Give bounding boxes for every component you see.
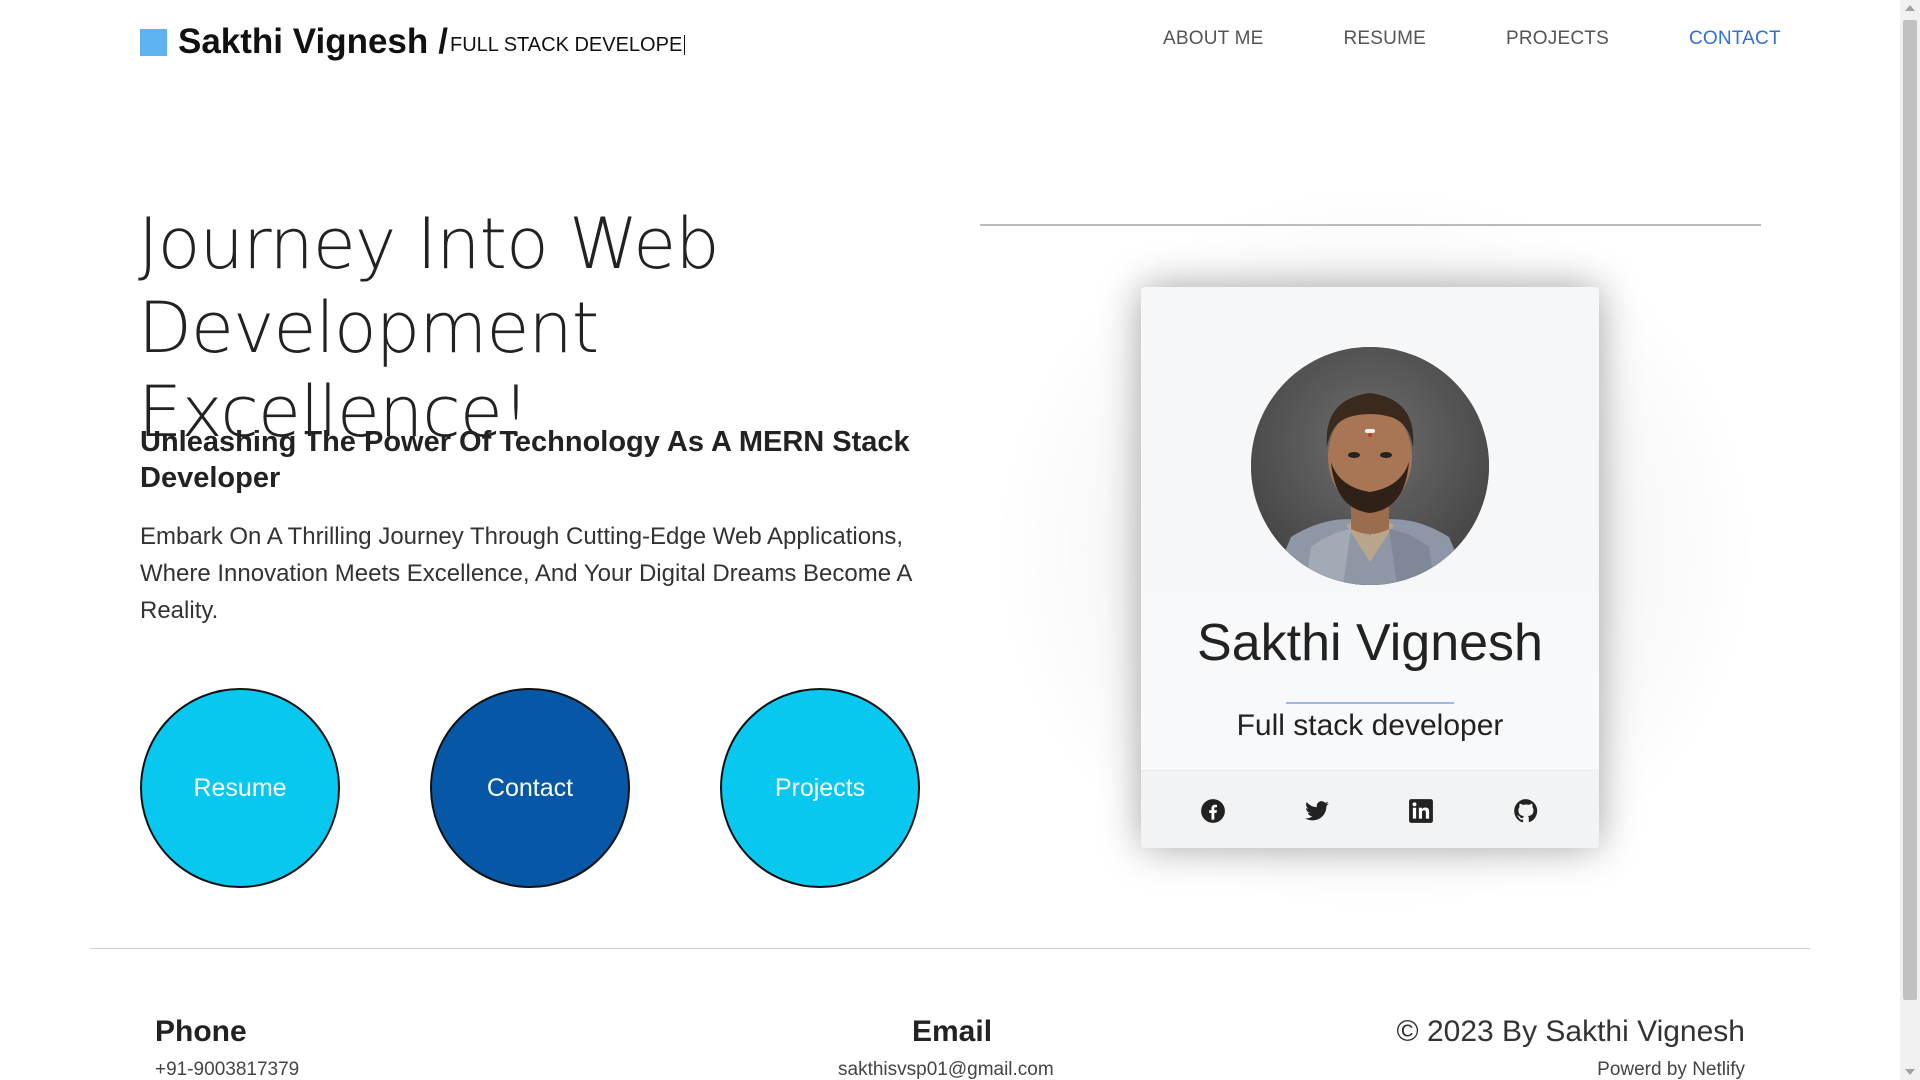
avatar-portrait [1251, 347, 1489, 585]
twitter-icon[interactable] [1304, 798, 1330, 824]
facebook-icon[interactable] [1200, 798, 1226, 824]
resume-button[interactable]: Resume [140, 688, 340, 888]
footer-email-heading: Email [912, 1015, 993, 1048]
avatar [1251, 347, 1489, 585]
page-scrollbar[interactable] [1900, 0, 1920, 1080]
footer-phone-value[interactable]: +91-9003817379 [155, 1059, 299, 1080]
scrollbar-thumb[interactable] [1903, 20, 1917, 1000]
hero-description: Embark On A Thrilling Journey Through Cu… [140, 523, 912, 624]
social-links [1141, 770, 1599, 848]
footer-powered-by: Powerd by Netlify [1597, 1059, 1745, 1080]
brand-role-typing: FULL STACK DEVELOPE [450, 33, 686, 57]
hero-title: Journey Into Web Development Excellence! [138, 202, 938, 454]
profile-card: Sakthi Vignesh Full stack developer [1141, 287, 1599, 848]
nav-contact[interactable]: CONTACT [1689, 28, 1781, 50]
brand-slash: / [438, 22, 448, 61]
nav-resume[interactable]: RESUME [1344, 28, 1427, 50]
scroll-up-arrow-icon[interactable] [1905, 5, 1915, 11]
brand-name: Sakthi Vignesh [178, 22, 429, 61]
footer-email-value[interactable]: sakthisvsp01@gmail.com [838, 1059, 1054, 1080]
profile-role: Full stack developer [1236, 709, 1504, 742]
brand-role-text: FULL STACK DEVELOPE [450, 33, 683, 56]
contact-button[interactable]: Contact [430, 688, 630, 888]
profile-card-header [1141, 287, 1599, 593]
footer-phone-heading: Phone [155, 1015, 247, 1048]
hero-title-line1: Journey Into Web [138, 203, 720, 285]
scroll-down-arrow-icon[interactable] [1905, 1069, 1915, 1075]
footer-copyright: © 2023 By Sakthi Vignesh [1396, 1015, 1745, 1048]
brand[interactable]: Sakthi Vignesh / FULL STACK DEVELOPE [140, 22, 686, 62]
footer-divider [90, 948, 1810, 949]
main-nav: ABOUT ME RESUME PROJECTS CONTACT [1163, 28, 1781, 50]
section-divider [980, 224, 1761, 226]
projects-button[interactable]: Projects [720, 688, 920, 888]
nav-projects[interactable]: PROJECTS [1506, 28, 1609, 50]
typing-caret [684, 35, 686, 56]
hero-subtitle: Unleashing The Power Of Technology As A … [140, 426, 910, 494]
github-icon[interactable] [1513, 798, 1539, 824]
linkedin-icon[interactable] [1408, 798, 1434, 824]
profile-name: Sakthi Vignesh [1197, 614, 1543, 672]
site-header: Sakthi Vignesh / FULL STACK DEVELOPE ABO… [0, 0, 1900, 90]
brand-logo-square [140, 28, 167, 56]
profile-divider [1286, 702, 1454, 704]
nav-about-me[interactable]: ABOUT ME [1163, 28, 1264, 50]
